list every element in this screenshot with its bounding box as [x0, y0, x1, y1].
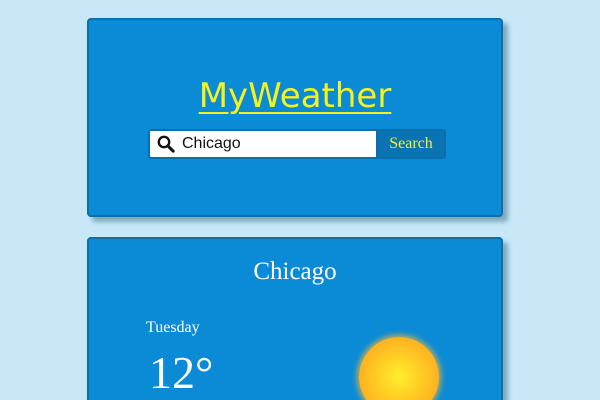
- weather-panel: Chicago Tuesday 12°: [87, 237, 503, 400]
- search-panel: MyWeather Search: [87, 18, 503, 217]
- search-field[interactable]: [148, 129, 376, 159]
- city-name: Chicago: [253, 258, 337, 285]
- weather-app: MyWeather Search Chicago Tuesday 12°: [0, 0, 600, 400]
- day-label: Tuesday: [146, 319, 200, 336]
- search-button[interactable]: Search: [376, 129, 446, 159]
- search-form: Search: [148, 129, 446, 159]
- app-title-link[interactable]: MyWeather: [89, 74, 501, 118]
- sun-icon: [359, 337, 439, 400]
- search-input[interactable]: [182, 133, 372, 155]
- temperature: 12°: [149, 347, 214, 398]
- search-icon: [157, 135, 175, 153]
